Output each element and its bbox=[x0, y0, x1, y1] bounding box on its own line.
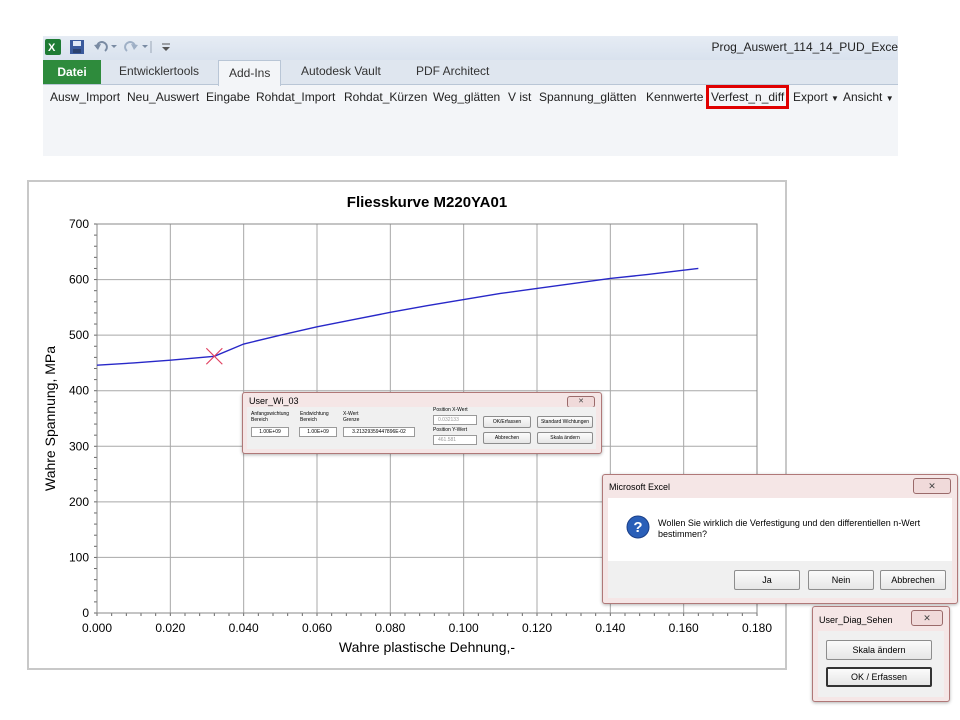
ok-erfassen-button[interactable]: OK/Erfassen bbox=[483, 416, 531, 428]
command-bar: Ausw_Import Neu_Auswert Eingabe Rohdat_I… bbox=[43, 85, 898, 109]
dialog-body: ? Wollen Sie wirklich die Verfestigung u… bbox=[608, 498, 952, 598]
tab-developer-tools[interactable]: Entwicklertools bbox=[119, 64, 199, 78]
cancel-button[interactable]: Abbrechen bbox=[483, 432, 531, 444]
posx-field: 0.032133 bbox=[433, 415, 477, 425]
posx-label: Position X-Wert bbox=[433, 407, 468, 413]
user-diag-dialog: User_Diag_Sehen ✕ Skala ändern OK / Erfa… bbox=[812, 606, 950, 702]
cmd-verfest-n-diff[interactable]: Verfest_n_diff bbox=[705, 85, 790, 109]
series bbox=[96, 267, 699, 366]
anfang-input[interactable]: 1.00E+09 bbox=[251, 427, 289, 437]
ribbon-tabs: Datei Entwicklertools Add-Ins Autodesk V… bbox=[43, 60, 898, 86]
posy-label: Position Y-Wert bbox=[433, 427, 468, 433]
title-bar: X Prog_Auswert_114_14_PUD_Exce bbox=[43, 36, 898, 60]
cmd-kennwerte[interactable]: Kennwerte bbox=[646, 90, 703, 104]
excel-ribbon: X Prog_Auswert_114_14_PUD_Exce Datei Ent… bbox=[43, 36, 898, 156]
posy-field: 461.581 bbox=[433, 435, 477, 445]
cmd-eingabe[interactable]: Eingabe bbox=[206, 90, 250, 104]
x-tick-label: 0.080 bbox=[375, 621, 405, 635]
cmd-rohdat-import[interactable]: Rohdat_Import bbox=[256, 90, 335, 104]
anfang-label: Anfangswichtung Bereich bbox=[251, 411, 290, 423]
x-tick-label: 0.160 bbox=[669, 621, 699, 635]
tab-pdf-architect[interactable]: PDF Architect bbox=[416, 64, 489, 78]
y-tick-label: 400 bbox=[69, 384, 89, 398]
window-title: Prog_Auswert_114_14_PUD_Exce bbox=[711, 40, 898, 54]
customize-quick-access-icon[interactable] bbox=[161, 39, 171, 55]
series-line bbox=[96, 267, 699, 366]
excel-message-dialog: Microsoft Excel ✕ ? Wollen Sie wirklich … bbox=[602, 474, 958, 604]
dialog-title: Microsoft Excel bbox=[609, 482, 671, 492]
cmd-export-label: Export bbox=[793, 90, 828, 104]
y-tick-label: 200 bbox=[69, 495, 89, 509]
cmd-rohdat-kuerzen[interactable]: Rohdat_Kürzen bbox=[344, 90, 427, 104]
ok-erfassen-button[interactable]: OK / Erfassen bbox=[826, 667, 932, 687]
tab-file[interactable]: Datei bbox=[43, 60, 101, 84]
x-axis-label: Wahre plastische Dehnung,- bbox=[339, 639, 515, 655]
question-icon: ? bbox=[626, 515, 650, 544]
dialog-message: Wollen Sie wirklich die Verfestigung und… bbox=[658, 518, 921, 539]
cmd-ansicht-label: Ansicht bbox=[843, 90, 883, 104]
svg-text:?: ? bbox=[633, 519, 642, 536]
x-tick-label: 0.180 bbox=[742, 621, 772, 635]
cancel-button[interactable]: Abbrechen bbox=[880, 570, 946, 590]
change-scale-button[interactable]: Skala ändern bbox=[537, 432, 593, 444]
excel-logo-icon: X bbox=[45, 39, 61, 55]
standard-weights-button[interactable]: Standard Wichtungen bbox=[537, 416, 593, 428]
y-tick-label: 100 bbox=[69, 550, 89, 564]
close-icon[interactable]: ✕ bbox=[913, 478, 951, 494]
yes-button[interactable]: Ja bbox=[734, 570, 800, 590]
redo-icon[interactable] bbox=[123, 39, 153, 55]
y-axis-label: Wahre Spannung, MPa bbox=[42, 346, 58, 491]
x-tick-label: 0.020 bbox=[155, 621, 185, 635]
xwert-label: X-Wert Grenze bbox=[343, 411, 360, 423]
chevron-down-icon: ▼ bbox=[885, 94, 894, 103]
dialog-body: Skala ändern OK / Erfassen bbox=[818, 631, 944, 697]
chevron-down-icon: ▼ bbox=[831, 94, 839, 103]
y-tick-label: 500 bbox=[69, 328, 89, 342]
close-icon[interactable]: ✕ bbox=[911, 610, 943, 626]
x-tick-label: 0.100 bbox=[449, 621, 479, 635]
svg-text:X: X bbox=[48, 42, 56, 54]
cmd-weg-glaetten[interactable]: Weg_glätten bbox=[433, 90, 500, 104]
tab-autodesk-vault[interactable]: Autodesk Vault bbox=[301, 64, 381, 78]
y-tick-label: 600 bbox=[69, 273, 89, 287]
cmd-ausw-import[interactable]: Ausw_Import bbox=[50, 90, 120, 104]
x-tick-label: 0.120 bbox=[522, 621, 552, 635]
x-tick-label: 0.140 bbox=[595, 621, 625, 635]
x-tick-label: 0.060 bbox=[302, 621, 332, 635]
no-button[interactable]: Nein bbox=[808, 570, 874, 590]
chart-title: Fliesskurve M220YA01 bbox=[347, 194, 507, 211]
x-tick-label: 0.000 bbox=[82, 621, 112, 635]
cmd-spannung-glaetten[interactable]: Spannung_glätten bbox=[539, 90, 636, 104]
y-tick-label: 300 bbox=[69, 439, 89, 453]
end-input[interactable]: 1.00E+09 bbox=[299, 427, 337, 437]
undo-icon[interactable] bbox=[93, 39, 119, 55]
cmd-v-ist[interactable]: V ist bbox=[508, 90, 531, 104]
change-scale-button[interactable]: Skala ändern bbox=[826, 640, 932, 660]
y-tick-label: 700 bbox=[69, 217, 89, 231]
dialog-body: Anfangswichtung Bereich Endwichtung Bereic… bbox=[247, 407, 596, 449]
tab-add-ins[interactable]: Add-Ins bbox=[218, 60, 282, 86]
user-wi-dialog: User_Wi_03 ✕ Anfangswichtung Bereich Endw… bbox=[242, 392, 602, 454]
x-tick-label: 0.040 bbox=[229, 621, 259, 635]
end-label: Endwichtung Bereich bbox=[300, 411, 329, 423]
cmd-neu-auswert[interactable]: Neu_Auswert bbox=[127, 90, 199, 104]
y-tick-label: 0 bbox=[82, 606, 89, 620]
dialog-title: User_Wi_03 bbox=[249, 396, 299, 406]
cmd-export[interactable]: Export ▼ bbox=[793, 90, 839, 104]
dialog-title: User_Diag_Sehen bbox=[819, 615, 893, 625]
save-icon[interactable] bbox=[69, 39, 85, 55]
cmd-ansicht[interactable]: Ansicht ▼ bbox=[843, 90, 894, 104]
xwert-input[interactable]: 3.21329359447896E-02 bbox=[343, 427, 415, 437]
